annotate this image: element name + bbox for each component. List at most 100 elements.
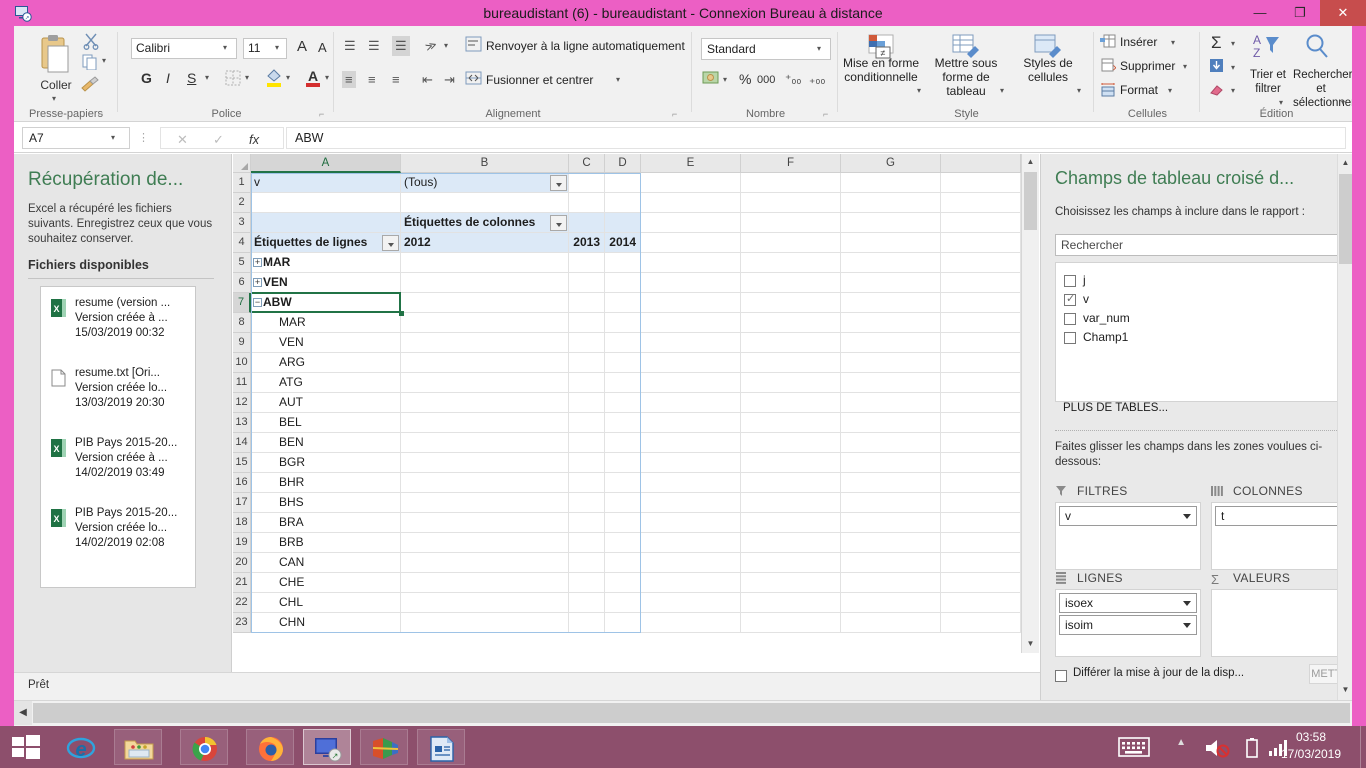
grid-cell[interactable]: [941, 533, 1021, 553]
row-header-10[interactable]: 10: [233, 353, 251, 373]
chip-caret-icon[interactable]: [1183, 623, 1191, 628]
expand-icon[interactable]: +: [253, 258, 262, 267]
volume-muted-icon[interactable]: [1204, 737, 1230, 759]
column-header-c[interactable]: C: [569, 154, 605, 173]
grid-cell[interactable]: [941, 333, 1021, 353]
cell-a4[interactable]: Étiquettes de lignes: [251, 233, 401, 253]
fill-handle[interactable]: [399, 311, 404, 316]
grid-cell[interactable]: [841, 493, 941, 513]
grid-cell[interactable]: [641, 453, 741, 473]
number-format-caret-icon[interactable]: ▾: [817, 44, 821, 53]
row-header-14[interactable]: 14: [233, 433, 251, 453]
insert-function-icon[interactable]: fx: [249, 132, 259, 147]
grid-cell[interactable]: [641, 593, 741, 613]
clear-icon[interactable]: [1209, 82, 1225, 96]
cell-styles-caret-icon[interactable]: ▾: [1077, 86, 1081, 95]
pivot-row-brb[interactable]: BRB: [251, 533, 401, 553]
grid-cell[interactable]: [605, 313, 641, 333]
zone-chip[interactable]: isoex: [1059, 593, 1197, 613]
format-as-table-label[interactable]: Mettre sous forme de tableau: [926, 56, 1006, 98]
chip-caret-icon[interactable]: [1183, 514, 1191, 519]
increase-font-size-icon[interactable]: A: [297, 38, 307, 55]
grid-cell[interactable]: [401, 253, 569, 273]
grid-cell[interactable]: [941, 593, 1021, 613]
grid-cell[interactable]: [641, 293, 741, 313]
column-header-g[interactable]: G: [841, 154, 941, 173]
grid-cell[interactable]: [641, 613, 741, 633]
taskbar-item-firefox[interactable]: [246, 729, 294, 765]
cell-a2[interactable]: [251, 193, 401, 213]
clear-caret-icon[interactable]: ▾: [1231, 86, 1235, 95]
number-dialog-launcher[interactable]: ⌐: [823, 109, 828, 119]
grid-cell[interactable]: [401, 293, 569, 313]
grid-cell[interactable]: [641, 573, 741, 593]
grid-cell[interactable]: [841, 433, 941, 453]
scroll-left-icon[interactable]: ◀: [14, 701, 32, 725]
formula-input[interactable]: ABW: [286, 127, 1346, 149]
wrap-text-label[interactable]: Renvoyer à la ligne automatiquement: [486, 39, 685, 53]
grid-cell[interactable]: [741, 413, 841, 433]
taskbar-item-winrar[interactable]: [360, 729, 408, 765]
percent-style-button[interactable]: %: [739, 71, 751, 87]
align-left-icon[interactable]: ≡: [342, 71, 356, 88]
grid-cell[interactable]: [401, 533, 569, 553]
taskbar-item-internet-explorer[interactable]: e: [57, 729, 105, 765]
grid-cell[interactable]: [569, 193, 605, 213]
grid-cell[interactable]: [741, 253, 841, 273]
grid-cell[interactable]: [401, 273, 569, 293]
grid-cell[interactable]: [841, 333, 941, 353]
grid-cell[interactable]: [641, 253, 741, 273]
align-bottom-icon[interactable]: ☰: [392, 36, 410, 56]
grid-cell[interactable]: [741, 513, 841, 533]
grid-cell[interactable]: [605, 393, 641, 413]
grid-cell[interactable]: [641, 353, 741, 373]
grid-cell[interactable]: [941, 253, 1021, 273]
delete-label[interactable]: Supprimer: [1120, 59, 1175, 73]
grid-cell[interactable]: [569, 173, 605, 193]
clock-time[interactable]: 03:58: [1266, 730, 1356, 744]
grid-cell[interactable]: [841, 393, 941, 413]
grid-cell[interactable]: [941, 513, 1021, 533]
grid-cell[interactable]: [741, 373, 841, 393]
format-cells-icon[interactable]: [1100, 82, 1116, 97]
row-header-22[interactable]: 22: [233, 593, 251, 613]
grid-cell[interactable]: [605, 453, 641, 473]
delete-cells-icon[interactable]: ✕: [1100, 58, 1116, 73]
row-header-12[interactable]: 12: [233, 393, 251, 413]
collapse-icon[interactable]: −: [253, 298, 262, 307]
field-checkbox[interactable]: [1064, 313, 1076, 325]
grid-cell[interactable]: [841, 593, 941, 613]
recovered-files-list[interactable]: X resume (version ... Version créée à ..…: [40, 286, 196, 588]
pivot-row-bra[interactable]: BRA: [251, 513, 401, 533]
grid-cell[interactable]: [741, 473, 841, 493]
grid-cell[interactable]: [569, 453, 605, 473]
pivot-pane-scrollbar[interactable]: ▲ ▼: [1337, 154, 1352, 700]
scroll-up-icon[interactable]: ▲: [1022, 154, 1039, 171]
grid-cell[interactable]: [569, 413, 605, 433]
grid-cell[interactable]: [401, 493, 569, 513]
grid-cell[interactable]: [941, 213, 1021, 233]
grid-cell[interactable]: [401, 573, 569, 593]
grid-cell[interactable]: [569, 253, 605, 273]
decrease-font-size-icon[interactable]: A: [318, 40, 327, 55]
grid-cell[interactable]: [401, 353, 569, 373]
scroll-up-icon[interactable]: ▲: [1339, 156, 1352, 171]
row-header-11[interactable]: 11: [233, 373, 251, 393]
grid-cell[interactable]: [401, 593, 569, 613]
grid-cell[interactable]: [841, 173, 941, 193]
cancel-entry-icon[interactable]: ✕: [177, 132, 188, 148]
orientation-caret-icon[interactable]: ▾: [444, 41, 448, 50]
grid-cell[interactable]: [941, 433, 1021, 453]
grid-cell[interactable]: [569, 553, 605, 573]
grid-cell[interactable]: [741, 593, 841, 613]
paste-icon[interactable]: [36, 34, 76, 78]
font-size-input[interactable]: 11: [243, 38, 287, 59]
cell-c3[interactable]: [569, 213, 605, 233]
column-header-a[interactable]: A: [251, 154, 401, 173]
grid-cell[interactable]: [841, 293, 941, 313]
cell-a3[interactable]: [251, 213, 401, 233]
grid-cell[interactable]: [641, 493, 741, 513]
grid-cell[interactable]: [401, 333, 569, 353]
grid-cell[interactable]: [841, 253, 941, 273]
clipboard-dialog-launcher[interactable]: ⌐: [98, 109, 103, 119]
